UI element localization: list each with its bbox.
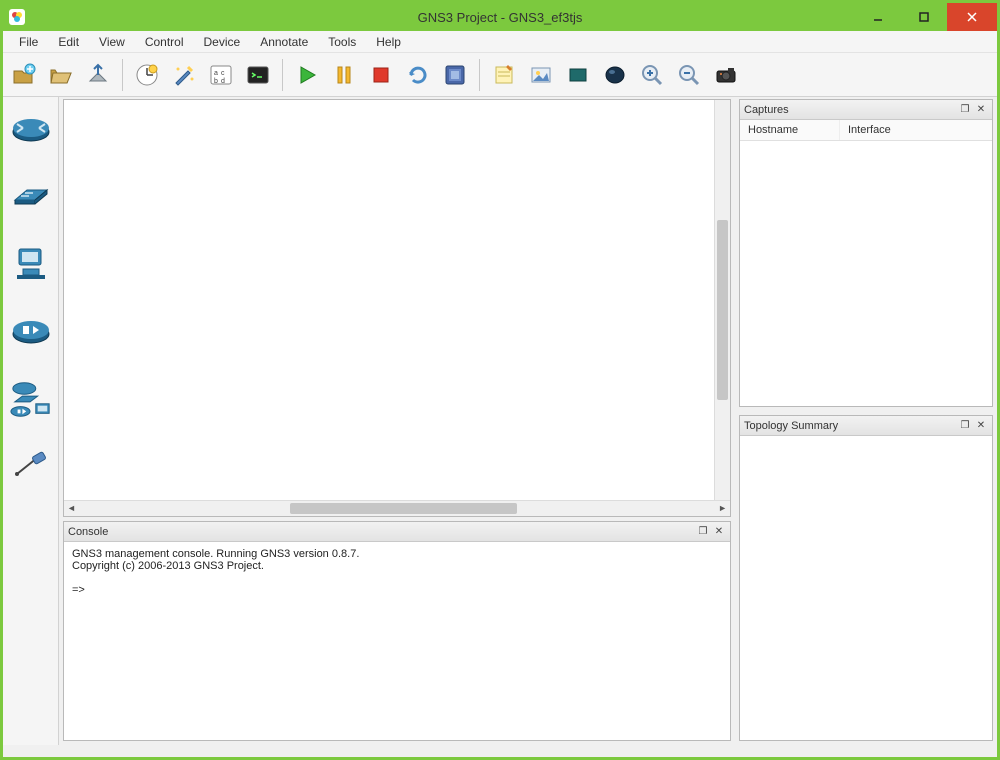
svg-text:c: c xyxy=(221,70,225,77)
console-panel: Console ❐ ✕ GNS3 management console. Run… xyxy=(63,521,731,741)
menu-view[interactable]: View xyxy=(89,33,135,51)
content-area: ◄ ► Console ❐ ✕ GNS3 management console.… xyxy=(3,97,997,745)
topology-panel-header[interactable]: Topology Summary ❐ ✕ xyxy=(740,416,992,436)
console-prompt: => xyxy=(72,584,85,596)
svg-text:d: d xyxy=(221,78,225,85)
right-column: Captures ❐ ✕ Hostname Interface Topology… xyxy=(735,97,997,745)
snapshot-button[interactable] xyxy=(130,58,164,92)
maximize-button[interactable] xyxy=(901,3,947,31)
close-icon[interactable]: ✕ xyxy=(974,103,988,117)
horizontal-scrollbar[interactable]: ◄ ► xyxy=(64,500,730,516)
screenshot-button[interactable] xyxy=(709,58,743,92)
menu-edit[interactable]: Edit xyxy=(48,33,89,51)
scroll-left-icon[interactable]: ◄ xyxy=(67,503,76,513)
svg-text:b: b xyxy=(214,78,218,85)
scroll-right-icon[interactable]: ► xyxy=(718,503,727,513)
app-window: GNS3 Project - GNS3_ef3tjs File Edit Vie… xyxy=(0,0,1000,760)
captures-panel-title: Captures xyxy=(744,104,956,116)
save-project-button[interactable] xyxy=(81,58,115,92)
cloud-device-button[interactable] xyxy=(9,309,53,353)
start-button[interactable] xyxy=(290,58,324,92)
captures-panel: Captures ❐ ✕ Hostname Interface xyxy=(739,99,993,407)
zoom-out-button[interactable] xyxy=(672,58,706,92)
captures-col-interface[interactable]: Interface xyxy=(840,120,899,140)
statusbar xyxy=(3,745,997,757)
workspace-canvas[interactable]: ◄ ► xyxy=(63,99,731,517)
menu-device[interactable]: Device xyxy=(194,33,251,51)
open-project-button[interactable] xyxy=(44,58,78,92)
topology-body[interactable] xyxy=(740,436,992,740)
virtualbox-button[interactable] xyxy=(438,58,472,92)
console-output[interactable]: GNS3 management console. Running GNS3 ve… xyxy=(64,542,730,740)
zoom-in-button[interactable] xyxy=(635,58,669,92)
labels-button[interactable]: acbd xyxy=(204,58,238,92)
minimize-button[interactable] xyxy=(855,3,901,31)
console-panel-title: Console xyxy=(68,526,694,538)
toolbar-separator xyxy=(479,59,480,91)
host-device-button[interactable] xyxy=(9,241,53,285)
console-panel-header[interactable]: Console ❐ ✕ xyxy=(64,522,730,542)
titlebar[interactable]: GNS3 Project - GNS3_ef3tjs xyxy=(3,3,997,31)
close-icon[interactable]: ✕ xyxy=(974,419,988,433)
switch-device-button[interactable] xyxy=(9,173,53,217)
wizard-button[interactable] xyxy=(167,58,201,92)
toolbar-separator xyxy=(122,59,123,91)
menu-control[interactable]: Control xyxy=(135,33,194,51)
toolbar-separator xyxy=(282,59,283,91)
add-note-button[interactable] xyxy=(487,58,521,92)
reload-button[interactable] xyxy=(401,58,435,92)
menu-file[interactable]: File xyxy=(9,33,48,51)
app-icon xyxy=(9,9,25,25)
close-icon[interactable]: ✕ xyxy=(712,525,726,539)
center-column: ◄ ► Console ❐ ✕ GNS3 management console.… xyxy=(59,97,735,745)
undock-icon[interactable]: ❐ xyxy=(958,419,972,433)
add-ellipse-button[interactable] xyxy=(598,58,632,92)
add-rectangle-button[interactable] xyxy=(561,58,595,92)
menu-help[interactable]: Help xyxy=(366,33,411,51)
link-tool-button[interactable] xyxy=(9,445,53,489)
console-line: GNS3 management console. Running GNS3 ve… xyxy=(72,548,359,560)
pause-button[interactable] xyxy=(327,58,361,92)
console-line: Copyright (c) 2006-2013 GNS3 Project. xyxy=(72,560,264,572)
vertical-scrollbar[interactable] xyxy=(714,100,730,500)
new-project-button[interactable] xyxy=(7,58,41,92)
undock-icon[interactable]: ❐ xyxy=(958,103,972,117)
router-device-button[interactable] xyxy=(9,105,53,149)
undock-icon[interactable]: ❐ xyxy=(696,525,710,539)
stop-button[interactable] xyxy=(364,58,398,92)
device-palette xyxy=(3,97,59,745)
topology-panel-title: Topology Summary xyxy=(744,420,956,432)
topology-summary-panel: Topology Summary ❐ ✕ xyxy=(739,415,993,741)
add-picture-button[interactable] xyxy=(524,58,558,92)
all-devices-button[interactable] xyxy=(9,377,53,421)
close-button[interactable] xyxy=(947,3,997,31)
menu-tools[interactable]: Tools xyxy=(318,33,366,51)
canvas-area[interactable] xyxy=(64,100,714,500)
menubar: File Edit View Control Device Annotate T… xyxy=(3,31,997,53)
svg-text:a: a xyxy=(214,70,218,77)
window-controls xyxy=(855,3,997,31)
toolbar: acbd xyxy=(3,53,997,97)
captures-col-hostname[interactable]: Hostname xyxy=(740,120,840,140)
terminal-button[interactable] xyxy=(241,58,275,92)
window-title: GNS3 Project - GNS3_ef3tjs xyxy=(418,10,583,25)
menu-annotate[interactable]: Annotate xyxy=(250,33,318,51)
captures-table-header: Hostname Interface xyxy=(740,120,992,141)
captures-panel-header[interactable]: Captures ❐ ✕ xyxy=(740,100,992,120)
captures-body[interactable] xyxy=(740,141,992,406)
